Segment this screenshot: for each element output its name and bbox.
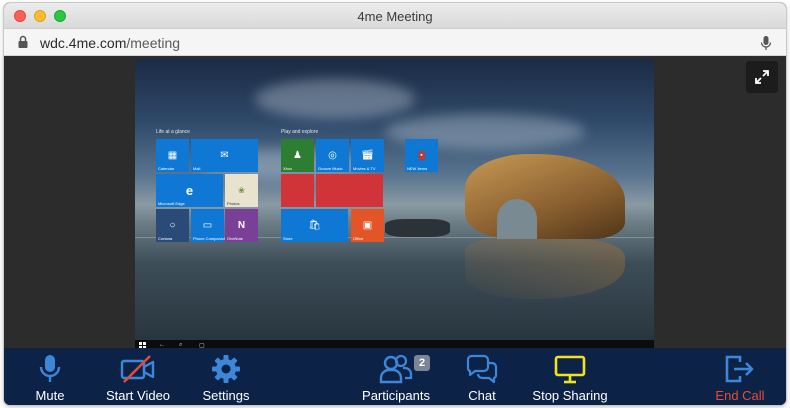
participants-icon	[379, 354, 413, 384]
url-domain: wdc.4me.com	[40, 35, 127, 51]
end-call-label: End Call	[715, 388, 765, 403]
screen-share-icon	[554, 355, 586, 384]
microphone-icon	[39, 355, 61, 382]
participants-button[interactable]: 2 Participants	[356, 348, 436, 405]
end-call-button[interactable]: End Call	[708, 348, 772, 405]
video-off-icon	[120, 355, 155, 383]
tile-office[interactable]: ▣ Office	[351, 209, 384, 242]
mail-icon: ✉	[220, 149, 229, 161]
cortana-icon: ○	[169, 219, 176, 231]
window-title: 4me Meeting	[357, 9, 433, 24]
chat-button[interactable]: Chat	[456, 348, 508, 405]
browser-window: 4me Meeting wdc.4me.com/meeting Life at …	[4, 3, 786, 405]
photos-icon: ❀	[238, 185, 245, 195]
gear-icon	[212, 355, 240, 383]
group-label-left: Life at a glance	[156, 129, 190, 135]
address-bar[interactable]: wdc.4me.com/meeting	[4, 29, 786, 56]
settings-button[interactable]: Settings	[194, 348, 258, 405]
leave-icon	[725, 355, 754, 383]
meeting-toolbar: Mute Start Video Settings 2 Participants…	[4, 348, 786, 405]
shared-screen-stage: Life at a glance Play and explore ▦ Cale…	[4, 56, 786, 351]
fullscreen-button[interactable]	[746, 61, 778, 93]
tile-edge[interactable]: e Microsoft Edge	[156, 174, 223, 207]
start-video-label: Start Video	[105, 388, 171, 403]
settings-label: Settings	[202, 388, 250, 403]
edge-icon: e	[185, 182, 194, 198]
calendar-icon: ▦	[167, 149, 178, 161]
store-icon: 🛍︎	[308, 219, 321, 231]
tile-store[interactable]: 🛍︎ Store	[281, 209, 348, 242]
xbox-icon: ♟	[293, 149, 302, 161]
chat-icon	[466, 354, 498, 384]
cloud	[255, 79, 415, 119]
tile-news[interactable]	[281, 174, 314, 207]
tile-onenote[interactable]: N OneNote	[225, 209, 258, 242]
movies-icon: 🎬︎	[361, 149, 374, 161]
tile-headline[interactable]	[316, 174, 383, 207]
rocks	[385, 219, 450, 237]
tile-new-items[interactable]: ▪ NEW Items	[405, 139, 438, 172]
chat-label: Chat	[468, 388, 496, 403]
group-label-right: Play and explore	[281, 129, 319, 135]
rock-arch	[497, 199, 537, 239]
title-bar: 4me Meeting	[4, 3, 786, 29]
stop-sharing-label: Stop Sharing	[532, 388, 608, 403]
office-icon: ▣	[362, 219, 373, 231]
url-text[interactable]: wdc.4me.com/meeting	[40, 35, 180, 51]
participants-count-badge: 2	[414, 355, 430, 371]
tile-groove[interactable]: ◎ Groove Music	[316, 139, 349, 172]
tile-photos[interactable]: ❀ Photos	[225, 174, 258, 207]
mute-button[interactable]: Mute	[20, 348, 80, 405]
app-icon: ▪	[418, 150, 425, 160]
tile-calendar[interactable]: ▦ Calendar	[156, 139, 189, 172]
tile-mail[interactable]: ✉ Mail	[191, 139, 258, 172]
expand-icon	[755, 70, 769, 84]
url-path: /meeting	[126, 35, 181, 51]
microphone-icon[interactable]	[760, 35, 772, 51]
groove-icon: ◎	[328, 149, 337, 161]
lock-icon	[18, 35, 28, 48]
tile-movies[interactable]: 🎬︎ Movies & TV	[351, 139, 384, 172]
tile-xbox[interactable]: ♟ Xbox	[281, 139, 314, 172]
mute-label: Mute	[35, 388, 65, 403]
participants-label: Participants	[362, 388, 430, 403]
phone-icon: ▭	[202, 219, 213, 231]
onenote-icon: N	[237, 219, 246, 231]
tile-cortana[interactable]: ○ Cortana	[156, 209, 189, 242]
tile-phone-companion[interactable]: ▭ Phone Companion	[191, 209, 226, 242]
rock-reflection	[465, 239, 625, 299]
shared-desktop: Life at a glance Play and explore ▦ Cale…	[135, 59, 654, 351]
stop-sharing-button[interactable]: Stop Sharing	[526, 348, 614, 405]
rock-formation	[465, 154, 625, 239]
start-video-button[interactable]: Start Video	[100, 348, 176, 405]
